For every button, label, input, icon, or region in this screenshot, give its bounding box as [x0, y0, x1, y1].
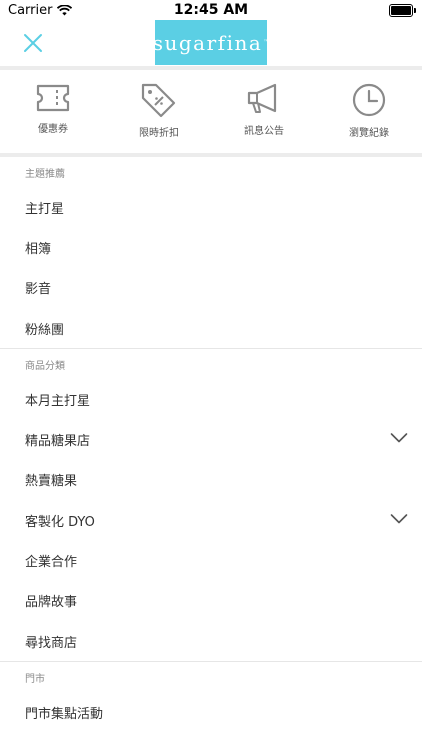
quick-action-coupons[interactable]: 優惠券 [3, 70, 103, 153]
quick-action-label: 瀏覽紀錄 [349, 128, 389, 139]
quick-action-history[interactable]: 瀏覽紀錄 [319, 70, 419, 153]
ticket-icon [36, 84, 70, 112]
menu-item-label: 尋找商店 [25, 635, 78, 651]
status-bar: Carrier 12:45 AM [0, 0, 422, 20]
menu-item-albums[interactable]: 相簿 [0, 227, 422, 267]
menu-item-label: 品牌故事 [25, 595, 78, 611]
menu-item-monthly-star[interactable]: 本月主打星 [0, 379, 422, 419]
menu-item-brand-story[interactable]: 品牌故事 [0, 581, 422, 621]
quick-action-discount[interactable]: 限時折扣 [109, 70, 209, 153]
menu-item-label: 本月主打星 [25, 393, 91, 409]
discount-tag-icon [141, 83, 176, 118]
chevron-down-icon[interactable] [390, 432, 408, 444]
section-header-categories: 商品分類 [25, 360, 65, 372]
close-icon[interactable] [22, 32, 44, 54]
logo-text: sugarfina [152, 30, 263, 55]
status-time: 12:45 AM [173, 2, 249, 18]
menu-item-custom-dyo[interactable]: 客製化 DYO [0, 500, 422, 540]
menu-item-label: 主打星 [25, 201, 65, 217]
menu-item-label: 精品糖果店 [25, 434, 91, 450]
section-header-featured: 主題推薦 [25, 168, 65, 180]
quick-action-announcements[interactable]: 訊息公告 [214, 70, 314, 153]
menu-item-loyalty-points[interactable]: 門市集點活動 [0, 692, 422, 732]
menu-item-label: 企業合作 [25, 555, 78, 571]
menu-item-videos[interactable]: 影音 [0, 268, 422, 308]
menu-item-label: 影音 [25, 282, 52, 298]
header: sugarfina ™ [0, 20, 422, 66]
menu-item-label: 客製化 DYO [25, 514, 95, 530]
menu-item-stars[interactable]: 主打星 [0, 187, 422, 227]
menu-item-corporate[interactable]: 企業合作 [0, 540, 422, 580]
quick-actions: 優惠券 限時折扣 訊息公告 瀏覽紀錄 [0, 70, 422, 153]
brand-logo[interactable]: sugarfina ™ [152, 20, 270, 65]
clock-icon [352, 83, 386, 117]
menu-item-best-sellers[interactable]: 熱賣糖果 [0, 460, 422, 500]
menu-item-label: 門市集點活動 [25, 706, 104, 722]
quick-action-label: 訊息公告 [244, 126, 284, 137]
menu-item-fan-page[interactable]: 粉絲團 [0, 308, 422, 348]
section-header-stores: 門市 [25, 673, 45, 685]
quick-action-label: 優惠券 [38, 124, 68, 135]
menu-item-store-locator[interactable]: 尋找商店 [0, 621, 422, 661]
menu-item-label: 熱賣糖果 [25, 474, 78, 490]
side-menu: 主題推薦 主打星 相簿 影音 粉絲團 商品分類 本月主打星 精品糖果店 熱賣糖果… [0, 157, 422, 733]
menu-item-label: 粉絲團 [25, 322, 65, 338]
menu-item-label: 相簿 [25, 241, 52, 257]
quick-action-label: 限時折扣 [139, 128, 179, 139]
megaphone-icon [247, 83, 277, 113]
menu-item-boutique[interactable]: 精品糖果店 [0, 419, 422, 459]
battery-icon [389, 4, 416, 17]
chevron-down-icon[interactable] [390, 513, 408, 525]
logo-trademark: ™ [263, 39, 270, 46]
